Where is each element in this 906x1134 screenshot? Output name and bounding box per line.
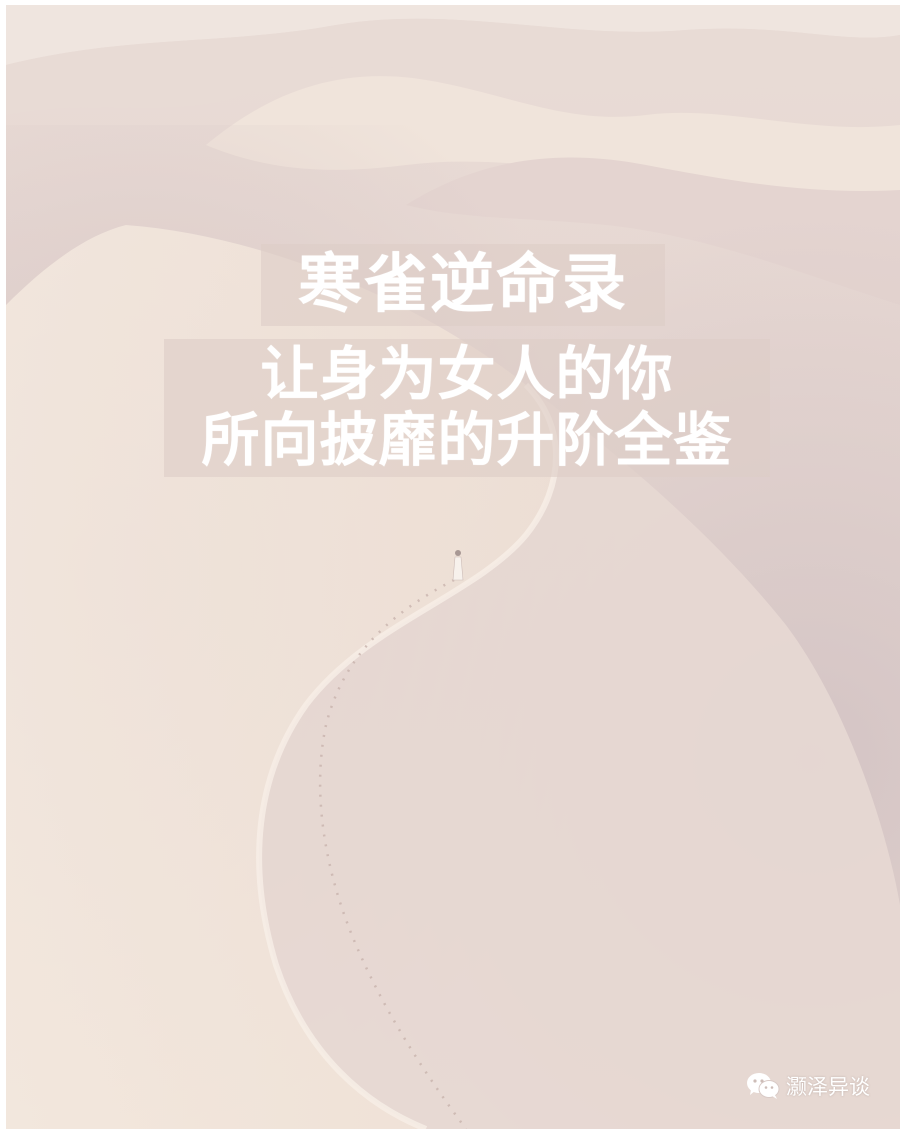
poster-title: 寒雀逆命录 [261, 244, 665, 326]
poster-frame: 寒雀逆命录 让身为女人的你 所向披靡的升阶全鉴 灏泽异谈 [6, 5, 900, 1129]
account-name: 灏泽异谈 [786, 1075, 870, 1099]
wechat-icon [746, 1072, 780, 1100]
poster-subtitle: 让身为女人的你 所向披靡的升阶全鉴 [164, 339, 770, 477]
subtitle-line-2: 所向披靡的升阶全鉴 [201, 406, 733, 474]
account-watermark: 灏泽异谈 [746, 1071, 870, 1101]
desert-dunes-background [6, 5, 900, 1129]
subtitle-line-1: 让身为女人的你 [260, 340, 674, 408]
